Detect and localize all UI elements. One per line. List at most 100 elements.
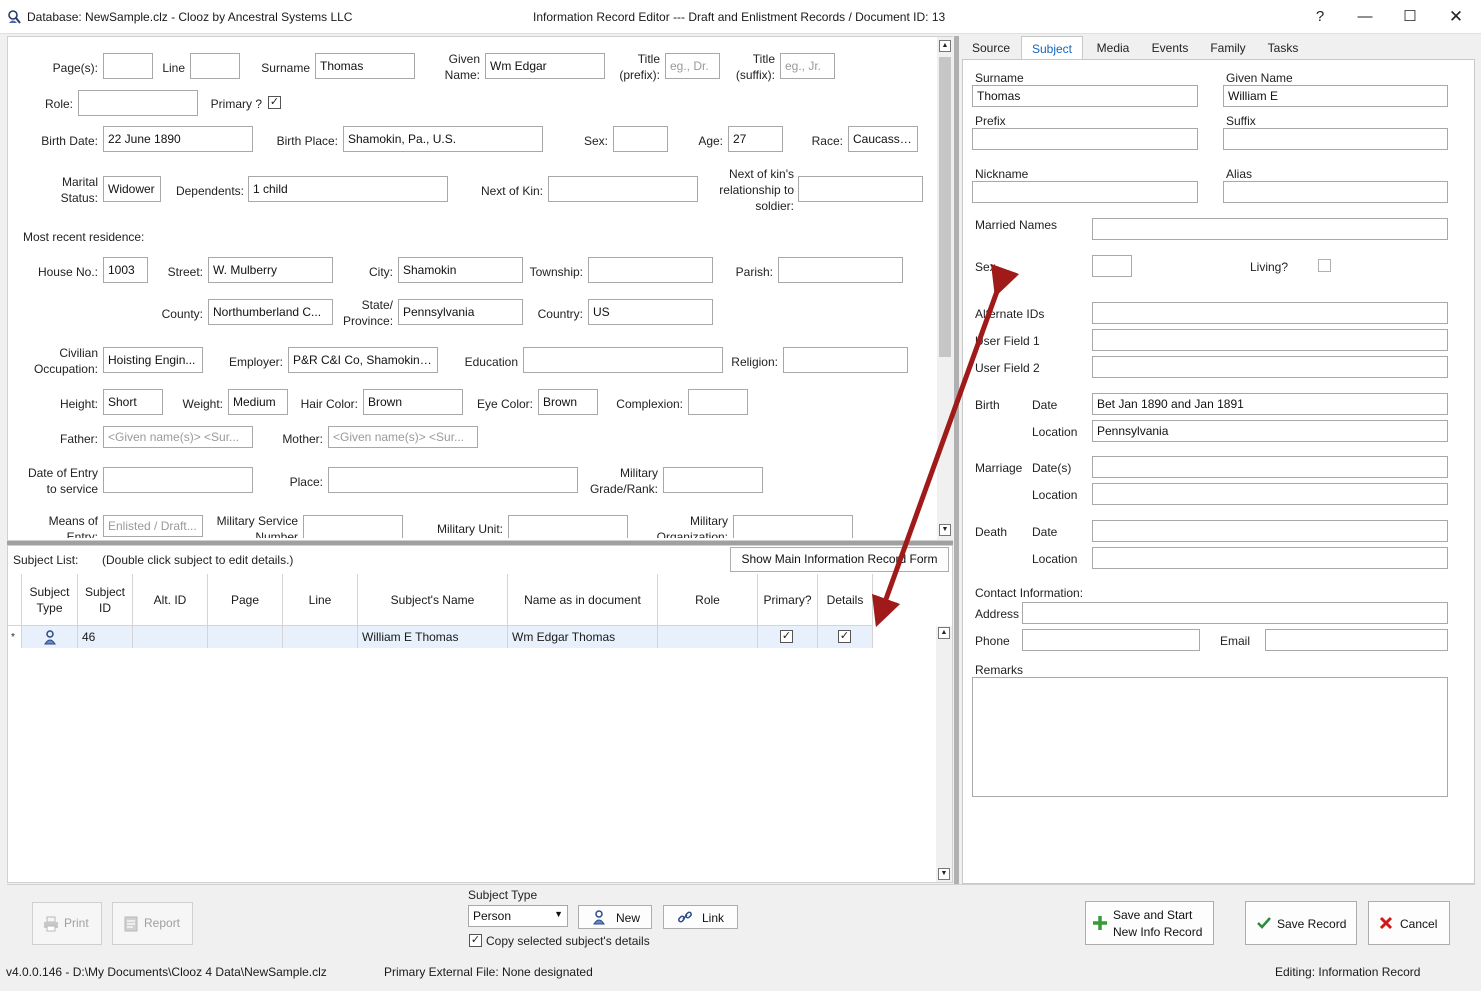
tab-subject[interactable]: Subject xyxy=(1021,36,1083,60)
married-names-input[interactable] xyxy=(1092,218,1448,240)
city-input[interactable]: Shamokin xyxy=(398,257,523,283)
tab-source[interactable]: Source xyxy=(965,36,1017,60)
father-input[interactable]: <Given name(s)> <Sur... xyxy=(103,426,253,448)
user-field-2-input[interactable] xyxy=(1092,356,1448,378)
primary-row-checkbox[interactable]: ✓ xyxy=(780,630,793,643)
sex-input[interactable] xyxy=(613,126,668,152)
close-button[interactable]: ✕ xyxy=(1436,4,1476,30)
house-no-input[interactable]: 1003 xyxy=(103,257,148,283)
subj-nickname-input[interactable] xyxy=(972,181,1198,203)
height-input[interactable]: Short xyxy=(103,389,163,415)
surname-input[interactable]: Thomas xyxy=(315,53,415,79)
help-button[interactable]: ? xyxy=(1300,4,1340,30)
living-checkbox[interactable] xyxy=(1318,259,1331,272)
user-field-1-input[interactable] xyxy=(1092,329,1448,351)
occupation-input[interactable]: Hoisting Engin... xyxy=(103,347,203,373)
subject-list-scrollbar[interactable]: ▲ ▼ xyxy=(936,626,952,882)
place-input[interactable] xyxy=(328,467,578,493)
complexion-input[interactable] xyxy=(688,389,748,415)
age-input[interactable]: 27 xyxy=(728,126,783,152)
copy-details-checkbox[interactable]: ✓ xyxy=(469,934,482,947)
list-scroll-up-icon[interactable]: ▲ xyxy=(938,627,950,639)
save-record-button[interactable]: Save Record xyxy=(1245,901,1357,945)
col-alt-id[interactable]: Alt. ID xyxy=(133,574,208,626)
phone-input[interactable] xyxy=(1022,629,1200,651)
scroll-thumb[interactable] xyxy=(939,57,951,357)
save-and-start-new-button[interactable]: Save and Start New Info Record xyxy=(1085,901,1214,945)
subj-alias-input[interactable] xyxy=(1223,181,1448,203)
report-button[interactable]: Report xyxy=(112,902,193,945)
title-prefix-input[interactable]: eg., Dr. xyxy=(665,53,720,79)
subj-sex-input[interactable] xyxy=(1092,255,1132,277)
col-page[interactable]: Page xyxy=(208,574,283,626)
service-number-input[interactable] xyxy=(303,515,403,538)
role-input[interactable] xyxy=(78,90,198,116)
entry-date-input[interactable] xyxy=(103,467,253,493)
nok-relationship-input[interactable] xyxy=(798,176,923,202)
col-subject-name[interactable]: Subject's Name xyxy=(358,574,508,626)
grade-rank-input[interactable] xyxy=(663,467,763,493)
hair-color-input[interactable]: Brown xyxy=(363,389,463,415)
minimize-button[interactable]: — xyxy=(1345,4,1385,30)
col-details[interactable]: Details xyxy=(818,574,873,626)
military-org-input[interactable] xyxy=(733,515,853,538)
marriage-location-input[interactable] xyxy=(1092,483,1448,505)
subj-suffix-input[interactable] xyxy=(1223,128,1448,150)
military-unit-input[interactable] xyxy=(508,515,628,538)
given-name-input[interactable]: Wm Edgar xyxy=(485,53,605,79)
country-input[interactable]: US xyxy=(588,299,713,325)
tab-family[interactable]: Family xyxy=(1201,36,1255,60)
subj-prefix-input[interactable] xyxy=(972,128,1198,150)
remarks-textarea[interactable] xyxy=(972,677,1448,797)
eye-color-input[interactable]: Brown xyxy=(538,389,598,415)
race-input[interactable]: Caucassian xyxy=(848,126,918,152)
list-scroll-down-icon[interactable]: ▼ xyxy=(938,868,950,880)
col-primary[interactable]: Primary? xyxy=(758,574,818,626)
weight-input[interactable]: Medium xyxy=(228,389,288,415)
col-subject-type[interactable]: Subject Type xyxy=(22,574,78,626)
street-input[interactable]: W. Mulberry xyxy=(208,257,333,283)
print-button[interactable]: Print xyxy=(32,902,102,945)
pages-input[interactable] xyxy=(103,53,153,79)
marital-status-input[interactable]: Widower xyxy=(103,176,161,202)
dependents-input[interactable]: 1 child xyxy=(248,176,448,202)
birth-date-input[interactable]: 22 June 1890 xyxy=(103,126,253,152)
county-input[interactable]: Northumberland C... xyxy=(208,299,333,325)
new-subject-button[interactable]: New xyxy=(578,905,652,929)
vertical-splitter[interactable] xyxy=(954,36,959,884)
line-input[interactable] xyxy=(190,53,240,79)
scroll-up-icon[interactable]: ▲ xyxy=(939,40,951,52)
state-input[interactable]: Pennsylvania xyxy=(398,299,523,325)
link-subject-button[interactable]: Link xyxy=(663,905,738,929)
show-main-form-button[interactable]: Show Main Information Record Form xyxy=(730,547,949,572)
subj-birth-location-input[interactable]: Pennsylvania xyxy=(1092,420,1448,442)
employer-input[interactable]: P&R C&I Co, Shamokin,... xyxy=(288,347,438,373)
form-scrollbar[interactable]: ▲ ▼ xyxy=(937,37,953,540)
primary-checkbox[interactable]: ✓ xyxy=(268,96,281,109)
education-input[interactable] xyxy=(523,347,723,373)
email-input[interactable] xyxy=(1265,629,1448,651)
details-row-checkbox[interactable]: ✓ xyxy=(838,630,851,643)
means-of-entry-input[interactable]: Enlisted / Draft... xyxy=(103,515,203,537)
title-suffix-input[interactable]: eg., Jr. xyxy=(780,53,835,79)
alternate-ids-input[interactable] xyxy=(1092,302,1448,324)
religion-input[interactable] xyxy=(783,347,908,373)
subj-birth-date-input[interactable]: Bet Jan 1890 and Jan 1891 xyxy=(1092,393,1448,415)
death-location-input[interactable] xyxy=(1092,547,1448,569)
subject-type-select[interactable]: Person ▼ xyxy=(468,905,568,927)
col-name-in-document[interactable]: Name as in document xyxy=(508,574,658,626)
scroll-down-icon[interactable]: ▼ xyxy=(939,524,951,536)
subj-surname-input[interactable]: Thomas xyxy=(972,85,1198,107)
address-input[interactable] xyxy=(1022,602,1448,624)
col-line[interactable]: Line xyxy=(283,574,358,626)
tab-media[interactable]: Media xyxy=(1087,36,1139,60)
mother-input[interactable]: <Given name(s)> <Sur... xyxy=(328,426,478,448)
tab-tasks[interactable]: Tasks xyxy=(1259,36,1307,60)
marriage-dates-input[interactable] xyxy=(1092,456,1448,478)
cancel-button[interactable]: Cancel xyxy=(1368,901,1450,945)
parish-input[interactable] xyxy=(778,257,903,283)
death-date-input[interactable] xyxy=(1092,520,1448,542)
birth-place-input[interactable]: Shamokin, Pa., U.S. xyxy=(343,126,543,152)
col-role[interactable]: Role xyxy=(658,574,758,626)
next-of-kin-input[interactable] xyxy=(548,176,698,202)
